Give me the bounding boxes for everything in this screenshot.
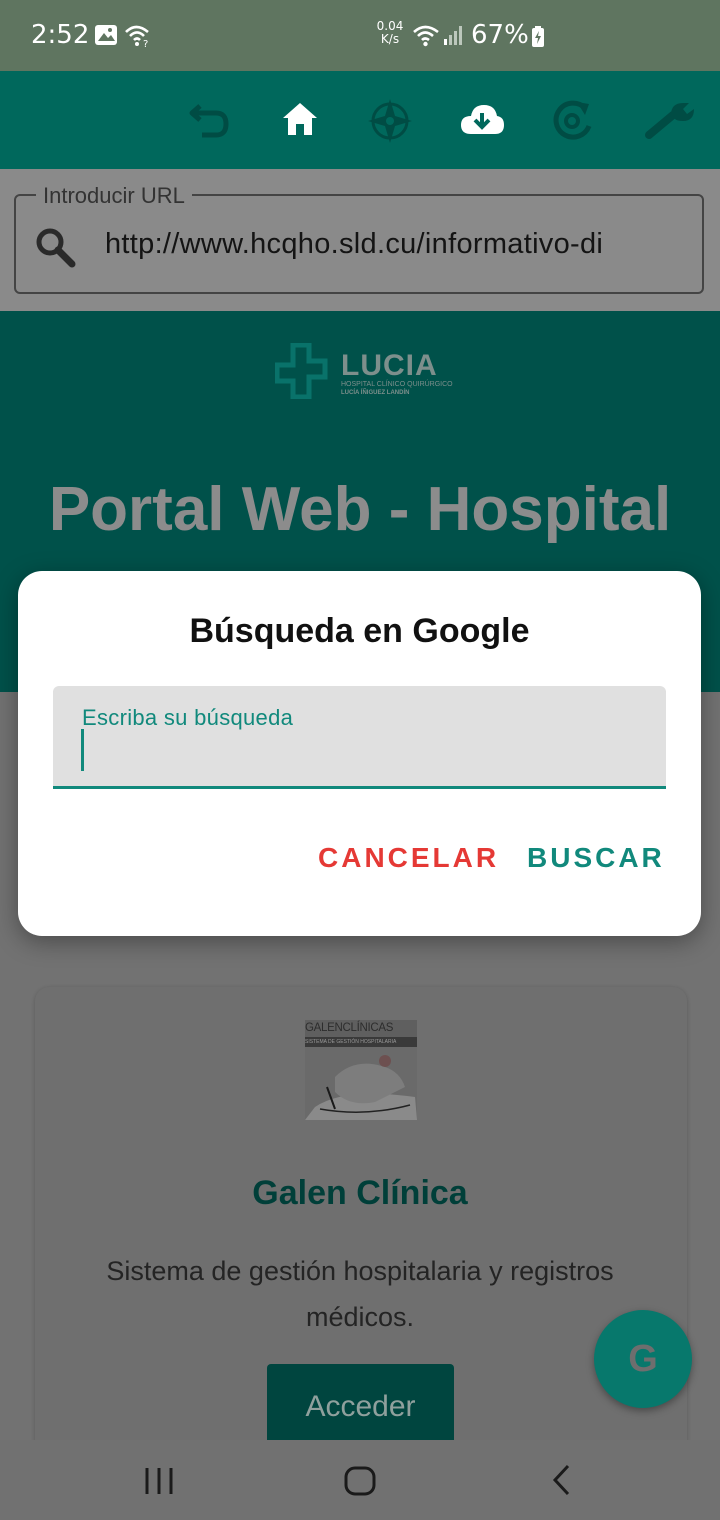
compass-icon[interactable] (368, 99, 412, 143)
home-icon[interactable] (281, 101, 319, 137)
logo-subtitle-name: LUCÍA ÍÑIGUEZ LANDÍN (341, 390, 410, 396)
card-image: GALENCLÍNICAS SISTEMA DE GESTIÓN HOSPITA… (305, 1020, 417, 1120)
wifi-icon (413, 25, 439, 47)
logo-mark-icon (275, 343, 328, 399)
text-cursor (81, 729, 84, 771)
card-image-title: GALENCLÍNICAS (305, 1022, 394, 1034)
back-icon[interactable] (188, 100, 232, 140)
logo-text: LUCIA (341, 349, 438, 382)
battery-icon (532, 26, 544, 47)
card-description: Sistema de gestión hospitalaria y regist… (106, 1256, 614, 1332)
browser-toolbar (0, 71, 720, 169)
recent-apps-icon[interactable] (144, 1466, 174, 1496)
search-icon (36, 228, 76, 268)
search-field-label: Escriba su búsqueda (82, 705, 294, 730)
battery-percent: 67% (471, 20, 529, 50)
wifi-call-icon: ? (125, 25, 149, 48)
access-button[interactable]: Acceder (267, 1364, 454, 1450)
doctor-writing-illustration (305, 1047, 417, 1120)
signal-icon (444, 26, 462, 45)
search-query-input[interactable] (53, 686, 666, 789)
home-nav-icon[interactable] (343, 1465, 377, 1497)
google-search-fab[interactable]: G (594, 1310, 692, 1408)
network-speed: 0.04 K/s (376, 19, 404, 46)
wrench-icon[interactable] (645, 101, 697, 141)
clock: 2:52 (31, 20, 90, 50)
url-field-label: Introducir URL (36, 183, 192, 209)
refresh-icon[interactable] (551, 100, 595, 142)
dialog-title: Búsqueda en Google (189, 612, 530, 650)
back-nav-icon[interactable] (550, 1464, 574, 1496)
card-image-subtitle: SISTEMA DE GESTIÓN HOSPITALARIA (305, 1037, 417, 1047)
hospital-logo: LUCIA HOSPITAL CLÍNICO QUIRÚRGICO LUCÍA … (275, 343, 455, 399)
svg-text:?: ? (143, 39, 148, 48)
search-button[interactable]: BUSCAR (521, 836, 671, 880)
card-title: Galen Clínica (252, 1174, 468, 1212)
url-value: http://www.hcqho.sld.cu/informativo-di (105, 228, 604, 260)
cloud-download-icon[interactable] (459, 102, 505, 138)
logo-subtitle: HOSPITAL CLÍNICO QUIRÚRGICO (341, 381, 453, 388)
status-bar: 2:52 ? 0.04 K/s 67% (0, 0, 720, 71)
page-title: Portal Web - Hospital (48, 475, 672, 544)
cancel-button[interactable]: CANCELAR (312, 836, 505, 880)
gallery-notification-icon (95, 25, 117, 45)
system-nav-bar (0, 1440, 720, 1520)
